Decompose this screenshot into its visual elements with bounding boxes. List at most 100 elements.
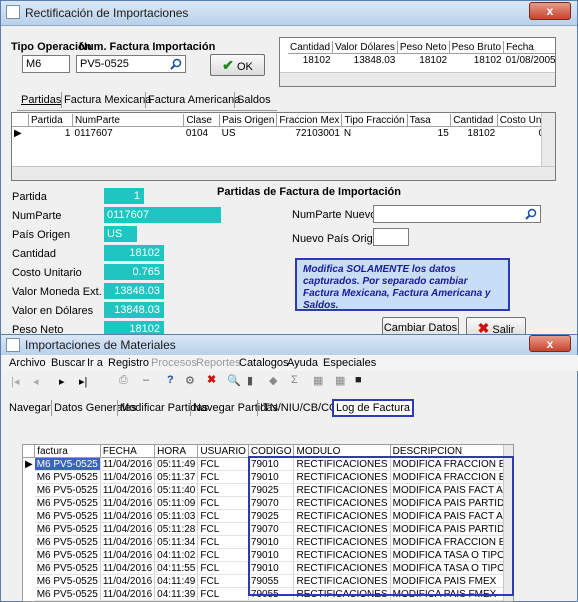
cell: 11/04/2016: [100, 574, 156, 588]
print-icon[interactable]: ⎙: [119, 374, 128, 387]
grid2-icon[interactable]: ▦: [335, 374, 345, 387]
search-icon[interactable]: [170, 58, 182, 70]
numparte-nuevo-label: NumParte Nuevo: [292, 209, 377, 221]
cell: M6 PV5-0525: [34, 509, 101, 523]
table-row[interactable]: M6 PV5-0525 11/04/2016 04:11:39 FCL 79055 REC…: [23, 587, 513, 601]
table-row[interactable]: M6 PV5-0525 11/04/2016 05:11:28 FCL 79070 REC…: [23, 522, 513, 536]
last-record-icon[interactable]: ▸|: [79, 375, 87, 388]
factura-summary-grid[interactable]: Cantidad Valor Dólares Peso Neto Peso Br…: [279, 37, 556, 87]
grid-icon[interactable]: ▦: [313, 374, 323, 387]
app-icon: [6, 338, 20, 352]
cell: MODIFICA TASA O TIPO FRACCION FMEX: [390, 561, 513, 575]
field-value: US: [104, 226, 137, 242]
cell: 79010: [248, 535, 295, 549]
col-header: HORA: [154, 445, 199, 458]
table-row[interactable]: ▶ M6 PV5-0525 11/04/2016 05:11:49 FCL 79010 RE…: [23, 457, 513, 471]
save-icon[interactable]: ■: [355, 374, 362, 386]
vertical-scrollbar[interactable]: [503, 445, 513, 601]
menu-ir-a[interactable]: Ir a: [87, 357, 103, 369]
col-header: MODULO: [293, 445, 391, 458]
cell: FCL: [197, 587, 249, 601]
field-label: Valor Moneda Ext.: [12, 286, 102, 298]
tipo-operacion-input[interactable]: M6: [22, 55, 70, 73]
horizontal-scrollbar[interactable]: [12, 166, 555, 180]
sum-icon[interactable]: Σ: [291, 374, 298, 386]
row-indicator: [23, 484, 35, 497]
menu-archivo[interactable]: Archivo: [9, 357, 46, 369]
ok-button[interactable]: ✔ OK: [210, 54, 265, 76]
menu-catalogos[interactable]: Catalogos: [239, 357, 289, 369]
menu-buscar[interactable]: Buscar: [51, 357, 85, 369]
partidas-grid[interactable]: Partida NumParte Clase Pais Origen Fracc…: [11, 112, 556, 181]
first-record-icon[interactable]: |◂: [11, 375, 19, 388]
tab-bar: Partidas Factura Mexicana Factura Americ…: [17, 92, 277, 111]
table-row[interactable]: M6 PV5-0525 11/04/2016 04:11:02 FCL 79010 REC…: [23, 548, 513, 562]
table-row[interactable]: M6 PV5-0525 11/04/2016 05:11:34 FCL 79010 REC…: [23, 535, 513, 549]
row-indicator: [23, 497, 35, 510]
field-label: Cantidad: [12, 248, 57, 260]
row-indicator: [23, 575, 35, 588]
find-icon[interactable]: 🔍: [227, 374, 241, 387]
close-button[interactable]: x: [529, 335, 571, 352]
col-header: CODIGO: [248, 445, 295, 458]
table-row[interactable]: M6 PV5-0525 11/04/2016 05:11:37 FCL 79010 REC…: [23, 470, 513, 484]
cell: 04:11:55: [154, 561, 199, 575]
col-header: Valor Dólares: [332, 41, 398, 54]
menu-ayuda[interactable]: Ayuda: [287, 357, 318, 369]
menu-registro[interactable]: Registro: [108, 357, 149, 369]
cell: MODIFICA FRACCION EN SALDOS: [390, 457, 513, 471]
cell: MODIFICA PAIS FMEX: [390, 587, 513, 601]
num-factura-input[interactable]: PV5-0525: [76, 55, 186, 73]
table-row[interactable]: M6 PV5-0525 11/04/2016 04:11:49 FCL 79055 REC…: [23, 574, 513, 588]
toolbar: |◂ ◂ ▸ ▸| ⎙ – ? ⚙ ✖ 🔍 ▮ ◆ Σ ▦ ▦ ■: [1, 372, 578, 392]
nuevo-pais-input[interactable]: [373, 228, 409, 246]
table-row[interactable]: M6 PV5-0525 11/04/2016 05:11:40 FCL 79025 REC…: [23, 483, 513, 497]
chart-icon[interactable]: ▮: [247, 374, 253, 387]
search-icon[interactable]: [525, 208, 537, 220]
app-icon: [6, 5, 20, 19]
cell: 0117607: [74, 127, 113, 139]
menu-procesos[interactable]: Procesos: [151, 357, 197, 369]
tab-navegar[interactable]: Navegar: [7, 400, 53, 416]
table-row[interactable]: M6 PV5-0525 11/04/2016 05:11:09 FCL 79070 REC…: [23, 496, 513, 510]
cell: 13848.03: [353, 54, 396, 66]
tools-icon[interactable]: ⚙: [185, 374, 195, 387]
prev-record-icon[interactable]: ◂: [33, 375, 39, 388]
cell: 79025: [248, 509, 295, 523]
table-row[interactable]: M6 PV5-0525 11/04/2016 05:11:03 FCL 79025 REC…: [23, 509, 513, 523]
table-row[interactable]: 18102 13848.03 18102 18102 01/08/2005 -: [288, 54, 555, 67]
tab-factura-mexicana[interactable]: Factura Mexicana: [61, 92, 153, 108]
numparte-nuevo-input[interactable]: [373, 205, 541, 223]
cell: 05:11:49: [154, 457, 199, 471]
col-header: Peso Neto: [397, 41, 450, 54]
row-indicator: [23, 562, 35, 575]
cell: M6 PV5-0525: [34, 587, 101, 601]
cell: 79010: [248, 457, 295, 471]
cell: US: [221, 127, 236, 139]
tab-saldos[interactable]: Saldos: [234, 92, 273, 108]
horizontal-scrollbar[interactable]: [280, 72, 555, 86]
table-row[interactable]: ▶ 1 0117607 0104 US 72103001 N 15 18102 …: [12, 127, 555, 140]
tab-partidas[interactable]: Partidas: [19, 92, 63, 108]
tab-factura-americana[interactable]: Factura Americana: [145, 92, 242, 108]
menu-especiales[interactable]: Especiales: [323, 357, 376, 369]
next-record-icon[interactable]: ▸: [59, 375, 65, 388]
menu-reportes[interactable]: Reportes: [196, 357, 241, 369]
section-title: Partidas de Factura de Importación: [217, 186, 401, 198]
cell: 11/04/2016: [100, 483, 156, 497]
cell: M6 PV5-0525: [34, 561, 101, 575]
cell: 05:11:09: [154, 496, 199, 510]
delete-icon[interactable]: ✖: [207, 373, 216, 386]
tag-icon[interactable]: ◆: [269, 374, 277, 387]
cell: MODIFICA PAIS FACT AM: [390, 483, 513, 497]
minus-icon[interactable]: –: [143, 374, 149, 386]
close-button[interactable]: x: [529, 2, 571, 20]
vertical-scrollbar[interactable]: [541, 113, 555, 167]
col-header: Partida: [28, 114, 73, 127]
table-row[interactable]: M6 PV5-0525 11/04/2016 04:11:55 FCL 79010 REC…: [23, 561, 513, 575]
cell: N: [343, 127, 352, 139]
log-grid[interactable]: factura FECHA HORA USUARIO CODIGO MODULO DESCR…: [22, 444, 514, 602]
help-icon[interactable]: ?: [167, 374, 174, 386]
cell: FCL: [197, 561, 249, 575]
tab-log-de-factura[interactable]: Log de Factura: [332, 399, 414, 417]
